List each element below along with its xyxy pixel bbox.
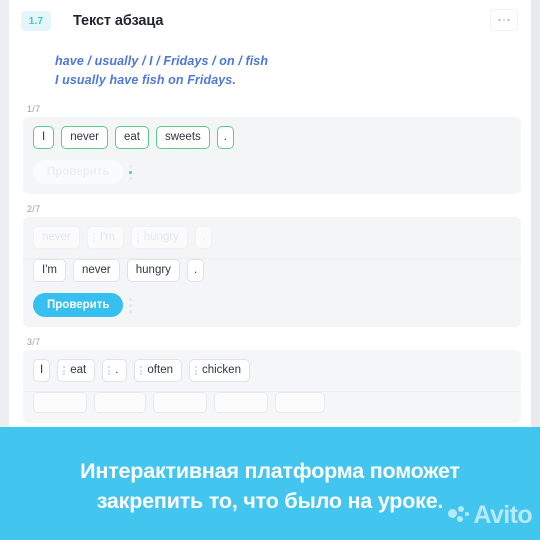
- source-word-chip[interactable]: I: [33, 359, 51, 382]
- word-chip[interactable]: never: [72, 259, 120, 282]
- drop-slot[interactable]: [94, 392, 146, 413]
- example-answer: I usually have fish on Fridays.: [55, 73, 236, 87]
- exercise-panel: I never eat sweets . Проверить: [23, 117, 521, 194]
- source-word-chip[interactable]: I'm: [86, 226, 124, 249]
- source-word-chip[interactable]: hungry: [130, 226, 188, 249]
- source-word-chip[interactable]: often: [134, 359, 182, 382]
- exercise-counter: 2/7: [27, 204, 41, 214]
- lesson-number-badge: 1.7: [21, 11, 51, 31]
- drag-handle-icon: [140, 366, 143, 375]
- exercise-counter: 1/7: [27, 104, 41, 114]
- promo-banner-line-2: закрепить то, что было на уроке.: [96, 488, 444, 513]
- exercise-panel: never I'm hungry . I'm never hungry . Пр…: [23, 217, 521, 327]
- lesson-header: 1.7 Текст абзаца: [9, 0, 531, 42]
- word-chip[interactable]: never: [61, 126, 108, 149]
- source-word-chip[interactable]: .: [194, 226, 213, 249]
- more-options-button[interactable]: [490, 9, 518, 31]
- exercise-item: 1/7 I never eat sweets . Проверить: [23, 104, 521, 194]
- avito-watermark-label: Avito: [473, 501, 532, 529]
- example-scrambled: have / usually / I / Fridays / on / fish: [55, 54, 269, 68]
- screenshot-root: 1.7 Текст абзаца have / usually / I / Fr…: [0, 0, 540, 540]
- word-chip[interactable]: hungry: [126, 259, 180, 282]
- source-word-chip-label: I'm: [99, 231, 115, 243]
- exercise-item: 3/7 I eat . often chicken: [23, 337, 521, 423]
- source-word-chip[interactable]: never: [33, 226, 80, 249]
- exercise-counter: 3/7: [27, 337, 41, 347]
- drop-slot[interactable]: [275, 392, 325, 413]
- drag-handle-icon: [108, 366, 111, 375]
- source-chip-row: never I'm hungry .: [33, 226, 511, 249]
- drop-slot[interactable]: [153, 392, 207, 413]
- check-button[interactable]: Проверить: [33, 293, 124, 317]
- source-word-chip[interactable]: .: [102, 359, 128, 382]
- more-horizontal-icon: [502, 18, 506, 22]
- drag-handle-icon: [136, 233, 139, 242]
- drag-handle-icon: [92, 233, 95, 242]
- drop-slot-row: [33, 392, 511, 413]
- drop-slot[interactable]: [33, 392, 87, 413]
- more-horizontal-icon: [498, 18, 501, 22]
- exercise-panel: I eat . often chicken: [23, 350, 521, 423]
- source-word-chip-label: .: [115, 364, 119, 376]
- status-dots-icon: [129, 297, 133, 313]
- word-chip[interactable]: I'm: [33, 259, 66, 282]
- check-row: Проверить: [33, 160, 511, 184]
- drag-handle-icon: [63, 366, 66, 375]
- source-word-chip-label: often: [147, 364, 173, 376]
- lesson-app: 1.7 Текст абзаца have / usually / I / Fr…: [9, 0, 531, 432]
- promo-banner-line-1: Интерактивная платформа поможет: [80, 458, 460, 483]
- avito-dots-icon: [448, 505, 470, 526]
- source-word-chip-label: eat: [70, 364, 87, 376]
- word-chip[interactable]: .: [216, 126, 234, 149]
- check-button[interactable]: Проверить: [33, 160, 124, 184]
- source-word-chip-label: chicken: [201, 364, 241, 376]
- word-chip[interactable]: I: [33, 126, 55, 149]
- source-chip-row: I eat . often chicken: [33, 359, 511, 382]
- drop-slot[interactable]: [214, 392, 268, 413]
- drag-handle-icon: [194, 366, 197, 375]
- status-dots-icon: [129, 164, 133, 180]
- source-word-chip[interactable]: eat: [57, 359, 96, 382]
- word-chip[interactable]: eat: [114, 126, 149, 149]
- exercise-item: 2/7 never I'm hungry . I'm never hungry …: [23, 204, 521, 327]
- answer-chip-row: I never eat sweets .: [33, 126, 511, 149]
- check-row: Проверить: [33, 293, 511, 317]
- word-chip[interactable]: .: [186, 259, 205, 282]
- answer-chip-row: I'm never hungry .: [33, 259, 511, 282]
- exercise-list: 1/7 I never eat sweets . Проверить 2/7 n…: [9, 104, 531, 423]
- avito-watermark: Avito: [448, 501, 533, 529]
- source-word-chip-label: hungry: [143, 231, 179, 243]
- more-horizontal-icon: [507, 18, 510, 22]
- source-word-chip[interactable]: chicken: [188, 359, 250, 382]
- word-chip[interactable]: sweets: [155, 126, 210, 149]
- page-title: Текст абзаца: [73, 13, 164, 29]
- worked-example: have / usually / I / Fridays / on / fish…: [55, 52, 531, 90]
